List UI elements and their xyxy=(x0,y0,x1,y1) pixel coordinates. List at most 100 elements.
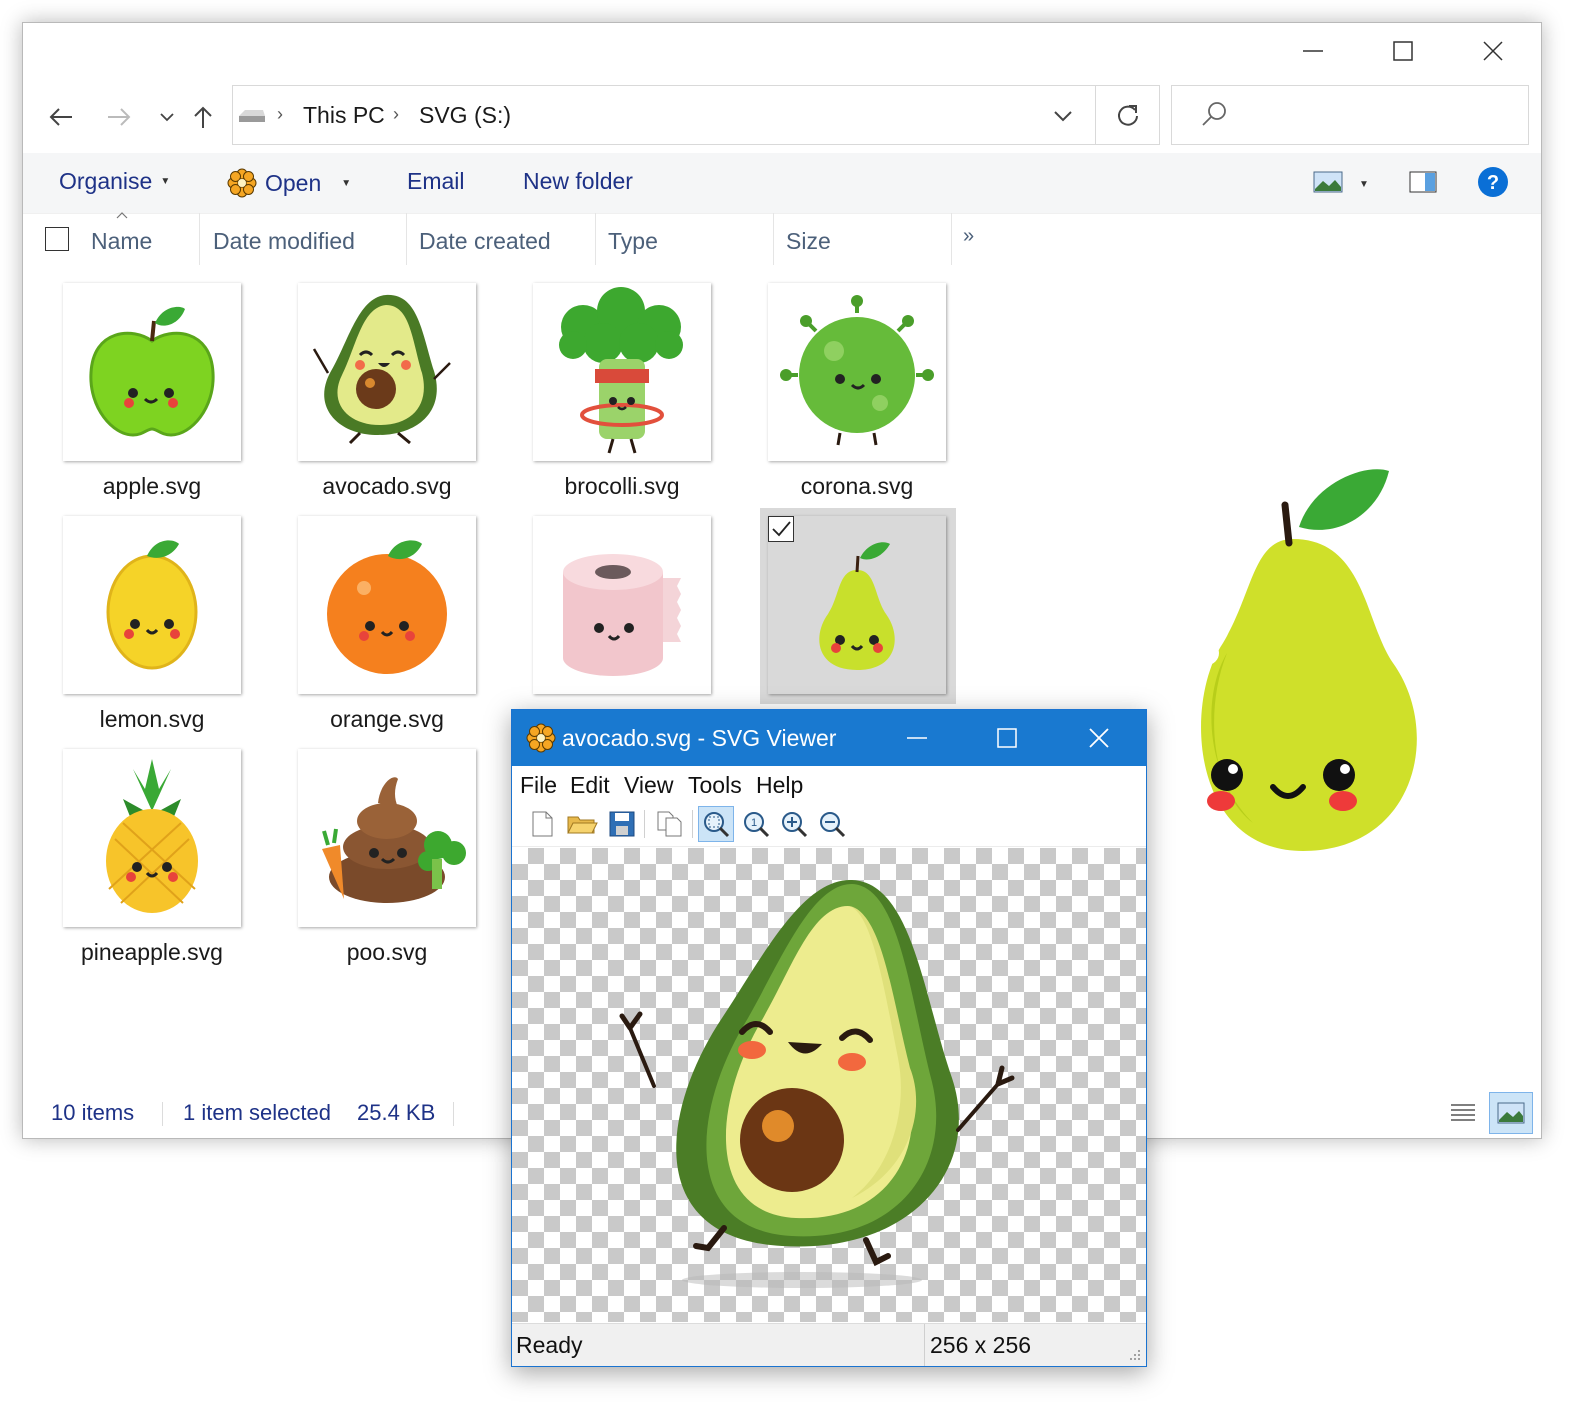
new-button[interactable] xyxy=(524,806,560,842)
refresh-icon[interactable] xyxy=(1115,102,1141,128)
title-bar xyxy=(23,23,1541,81)
change-view-button[interactable] xyxy=(1313,171,1343,198)
save-icon xyxy=(609,811,635,837)
poo-thumbnail xyxy=(298,749,476,927)
file-item[interactable]: apple.svg xyxy=(43,273,243,503)
open-button[interactable] xyxy=(564,806,600,842)
file-item-selected[interactable] xyxy=(748,506,956,736)
zoom-fit-button[interactable] xyxy=(698,806,734,842)
breadcrumb-svg-drive[interactable]: SVG (S:) xyxy=(419,102,511,129)
file-item[interactable]: poo.svg xyxy=(278,739,478,969)
view-thumbnail-icon xyxy=(1313,171,1343,193)
close-button[interactable] xyxy=(1463,31,1523,71)
file-name: brocolli.svg xyxy=(564,473,680,499)
file-name: poo.svg xyxy=(346,939,428,965)
poo-icon xyxy=(322,777,466,903)
caret-down-icon[interactable]: ▼ xyxy=(1359,179,1369,190)
forward-button[interactable] xyxy=(101,99,137,135)
file-item[interactable]: orange.svg xyxy=(278,506,478,736)
breadcrumb-separator: › xyxy=(277,104,283,124)
file-item[interactable]: corona.svg xyxy=(748,273,948,503)
zoom-out-button[interactable] xyxy=(814,806,850,842)
preview-pane xyxy=(1103,443,1523,863)
open-menu[interactable]: Open ▼ xyxy=(227,168,351,198)
search-input[interactable] xyxy=(1171,85,1529,145)
file-item[interactable]: avocado.svg xyxy=(278,273,478,503)
email-button[interactable]: Email xyxy=(407,168,465,195)
details-view-button[interactable] xyxy=(1449,1100,1477,1132)
column-separator[interactable] xyxy=(773,213,774,265)
column-date-created[interactable]: Date created xyxy=(419,228,551,255)
column-type[interactable]: Type xyxy=(608,228,658,255)
up-button[interactable] xyxy=(185,99,221,135)
column-separator[interactable] xyxy=(951,213,952,265)
menu-file[interactable]: File xyxy=(520,772,557,799)
help-button[interactable]: ? xyxy=(1477,166,1509,203)
preview-pane-button[interactable] xyxy=(1409,171,1437,198)
menu-edit[interactable]: Edit xyxy=(570,772,610,799)
back-button[interactable] xyxy=(43,99,79,135)
orange-thumbnail xyxy=(298,516,476,694)
resize-grip-icon[interactable] xyxy=(1128,1348,1142,1362)
thumbnail-view-icon xyxy=(1497,1102,1525,1124)
details-view-icon xyxy=(1451,1104,1475,1121)
viewer-close-button[interactable] xyxy=(1074,718,1124,758)
toolbar-separator xyxy=(692,810,693,838)
viewer-minimize-button[interactable] xyxy=(892,718,942,758)
item-checkbox[interactable] xyxy=(768,516,794,542)
open-label: Open xyxy=(265,169,322,196)
new-folder-button[interactable]: New folder xyxy=(523,168,633,195)
minimize-button[interactable] xyxy=(1283,31,1343,71)
close-icon xyxy=(1089,728,1109,748)
copy-icon xyxy=(657,811,682,837)
menu-tools[interactable]: Tools xyxy=(688,772,742,799)
viewer-canvas[interactable] xyxy=(512,848,1146,1322)
chevron-down-icon xyxy=(1054,111,1072,122)
column-size[interactable]: Size xyxy=(786,228,831,255)
save-button[interactable] xyxy=(604,806,640,842)
copy-button[interactable] xyxy=(652,806,688,842)
preview-pane-icon xyxy=(1409,171,1437,193)
column-separator[interactable] xyxy=(595,213,596,265)
toilet-paper-icon xyxy=(563,554,681,676)
broccoli-thumbnail xyxy=(533,283,711,461)
large-icons-view-button[interactable] xyxy=(1489,1092,1533,1134)
organise-menu[interactable]: Organise ▼ xyxy=(59,168,170,195)
zoom-actual-size-button[interactable]: 1 xyxy=(738,806,774,842)
apple-thumbnail xyxy=(63,283,241,461)
menu-view[interactable]: View xyxy=(624,772,673,799)
file-item[interactable]: brocolli.svg xyxy=(513,273,713,503)
file-item[interactable] xyxy=(513,506,713,736)
column-separator[interactable] xyxy=(199,213,200,265)
more-columns-icon[interactable]: » xyxy=(963,225,974,248)
file-item[interactable]: lemon.svg xyxy=(43,506,243,736)
file-name: apple.svg xyxy=(102,473,202,499)
corona-virus-icon xyxy=(780,295,934,446)
caret-down-icon: ▼ xyxy=(160,176,171,187)
selection-size: 25.4 KB xyxy=(357,1100,436,1125)
minimize-icon xyxy=(907,737,927,739)
breadcrumb-separator: › xyxy=(393,104,399,124)
lemon-thumbnail xyxy=(63,516,241,694)
maximize-button[interactable] xyxy=(1373,31,1433,71)
new-folder-label: New folder xyxy=(523,168,633,194)
file-item[interactable]: pineapple.svg xyxy=(43,739,243,969)
viewer-maximize-button[interactable] xyxy=(982,718,1032,758)
svg-viewer-app-icon xyxy=(526,723,556,753)
zoom-in-button[interactable] xyxy=(776,806,812,842)
column-separator[interactable] xyxy=(406,213,407,265)
column-name[interactable]: Name xyxy=(91,228,152,255)
menu-help[interactable]: Help xyxy=(756,772,803,799)
select-all-checkbox[interactable] xyxy=(45,227,69,251)
viewer-status-bar: Ready 256 x 256 xyxy=(512,1323,1146,1366)
viewer-title-bar: avocado.svg - SVG Viewer xyxy=(512,710,1146,766)
apple-icon xyxy=(89,306,215,437)
address-bar[interactable]: › This PC › SVG (S:) xyxy=(232,85,1160,145)
corona-thumbnail xyxy=(768,283,946,461)
organise-label: Organise xyxy=(59,168,153,194)
recent-locations-button[interactable] xyxy=(149,99,185,135)
column-date-modified[interactable]: Date modified xyxy=(213,228,355,255)
avocado-thumbnail xyxy=(298,283,476,461)
breadcrumb-this-pc[interactable]: This PC xyxy=(303,102,385,129)
toolbar-separator xyxy=(644,810,645,838)
